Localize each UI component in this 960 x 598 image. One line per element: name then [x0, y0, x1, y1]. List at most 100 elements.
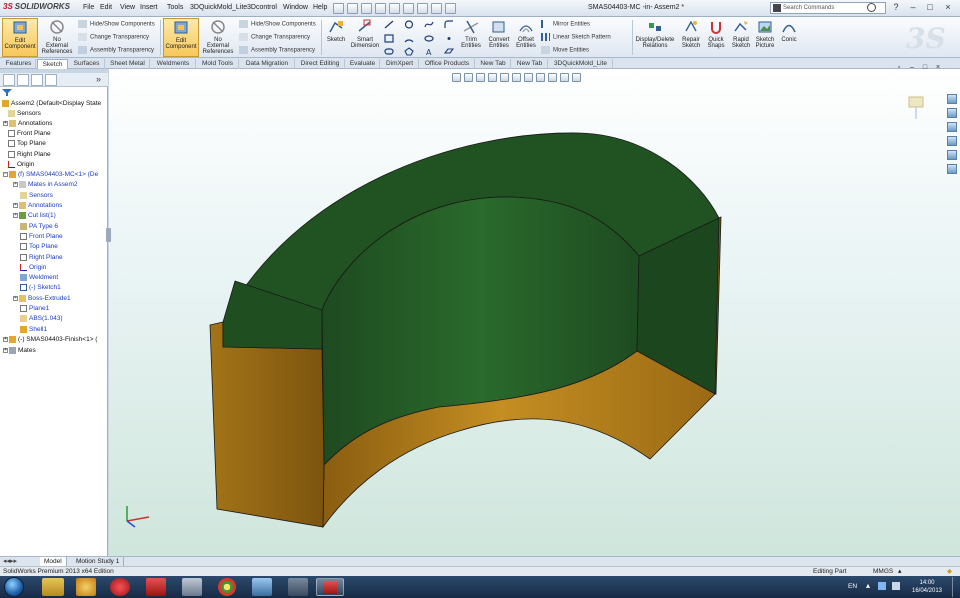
circle-icon[interactable]	[404, 20, 414, 29]
graphics-area[interactable]	[109, 69, 960, 556]
new-doc-icon[interactable]	[333, 3, 344, 14]
view-orientation-icon[interactable]	[500, 73, 509, 82]
previous-view-icon[interactable]	[476, 73, 485, 82]
zoom-to-area-icon[interactable]	[464, 73, 473, 82]
tree-item-smas04403-finish[interactable]: + (-) SMAS04403-Finish<1> (	[3, 336, 97, 344]
feature-tree-tab-icon[interactable]	[3, 74, 15, 86]
options-icon[interactable]	[445, 3, 456, 14]
help-icon[interactable]: ?	[888, 2, 904, 14]
view-settings-icon[interactable]	[560, 73, 569, 82]
left-end-face[interactable]	[209, 321, 325, 528]
tab-sketch[interactable]: Sketch	[37, 59, 68, 69]
move-entities-button[interactable]: Move Entities	[541, 46, 589, 54]
solidworks-resources-icon[interactable]	[947, 94, 957, 104]
menu-insert[interactable]: Insert	[140, 4, 158, 11]
plane-icon[interactable]	[444, 47, 454, 56]
menu-window[interactable]: Window	[283, 4, 308, 11]
tab-evaluate[interactable]: Evaluate	[346, 59, 380, 69]
change-transparency-button[interactable]: Change Transparency	[78, 33, 149, 41]
custom-properties-icon[interactable]	[947, 164, 957, 174]
sketch-button[interactable]: Sketch	[324, 18, 348, 57]
property-manager-tab-icon[interactable]	[17, 74, 29, 86]
display-delete-relations-button[interactable]: Display/Delete Relations	[634, 18, 676, 57]
tree-item-front-plane-2[interactable]: Front Plane	[20, 233, 63, 241]
tree-item-pa-type-6[interactable]: PA Type 6	[20, 223, 58, 231]
menu-file[interactable]: File	[83, 4, 94, 11]
tab-data-migration[interactable]: Data Migration	[240, 59, 295, 69]
tree-item-sensors[interactable]: Sensors	[8, 110, 41, 118]
tree-item-weldment[interactable]: Weldment	[20, 274, 58, 282]
tab-mold-tools[interactable]: Mold Tools	[197, 59, 239, 69]
tab-direct-editing[interactable]: Direct Editing	[296, 59, 345, 69]
convert-entities-button[interactable]: Convert Entities	[486, 18, 512, 57]
display-pane-icon[interactable]	[572, 73, 581, 82]
search-icon[interactable]	[867, 3, 876, 12]
change-transparency-button-2[interactable]: Change Transparency	[239, 33, 310, 41]
menu-edit[interactable]: Edit	[100, 4, 112, 11]
line-icon[interactable]	[384, 20, 394, 29]
configuration-manager-tab-icon[interactable]	[31, 74, 43, 86]
notification-icon[interactable]: ◆	[947, 567, 952, 576]
tab-features[interactable]: Features	[2, 59, 36, 69]
search-scope-icon[interactable]	[773, 4, 781, 12]
tab-office-products[interactable]: Office Products	[420, 59, 475, 69]
media-player-icon[interactable]	[76, 578, 96, 596]
edit-appearance-icon[interactable]	[536, 73, 545, 82]
tab-new-tab[interactable]: New Tab	[476, 59, 511, 69]
close-button[interactable]: ×	[940, 2, 956, 14]
tree-item-annotations[interactable]: + Annotations	[3, 120, 52, 128]
spline-icon[interactable]	[424, 20, 434, 29]
assembly-transparency-button[interactable]: Assembly Transparency	[78, 46, 154, 54]
show-desktop-button[interactable]	[952, 577, 960, 597]
sketch-fillet-icon[interactable]	[444, 20, 454, 29]
tree-item-sketch1[interactable]: (-) Sketch1	[20, 284, 61, 292]
menu-tools[interactable]: Tools	[167, 4, 183, 11]
units-chevron-icon[interactable]: ▴	[898, 567, 902, 576]
view-palette-icon[interactable]	[947, 136, 957, 146]
tree-item-top-plane[interactable]: Top Plane	[8, 140, 46, 148]
edit-component-button-2[interactable]: Edit Component	[163, 18, 199, 57]
edit-component-button[interactable]: Edit Component	[2, 18, 38, 57]
tab-surfaces[interactable]: Surfaces	[69, 59, 105, 69]
printer-icon[interactable]	[182, 578, 202, 596]
language-indicator[interactable]: EN	[848, 583, 857, 590]
tree-item-annotations-2[interactable]: + Annotations	[13, 202, 62, 210]
tree-item-smas04403-mc[interactable]: − (f) SMAS04403-MC<1> (De	[3, 171, 98, 179]
save-icon[interactable]	[361, 3, 372, 14]
point-icon[interactable]	[444, 34, 454, 43]
tree-item-origin[interactable]: Origin	[8, 161, 34, 169]
slot-icon[interactable]	[384, 47, 394, 56]
explorer-icon[interactable]	[42, 578, 64, 596]
status-units[interactable]: MMGS	[873, 567, 893, 576]
reference-triad-icon[interactable]	[908, 96, 924, 119]
text-icon[interactable]: A	[424, 47, 434, 56]
print-icon[interactable]	[375, 3, 386, 14]
expand-panel-icon[interactable]: »	[96, 74, 101, 84]
start-button[interactable]	[4, 577, 24, 597]
tab-new-tab-2[interactable]: New Tab	[512, 59, 548, 69]
menu-3dquickmold[interactable]: 3DQuickMold_Lite	[190, 4, 247, 11]
quick-snaps-button[interactable]: Quick Snaps	[705, 18, 727, 57]
display-manager-tab-icon[interactable]	[45, 74, 57, 86]
tree-item-assem2[interactable]: Assem2 (Default<Display State	[2, 100, 101, 108]
viewport-maximize-icon[interactable]: □	[920, 64, 930, 73]
app-c-icon[interactable]	[110, 578, 130, 596]
design-library-icon[interactable]	[947, 108, 957, 118]
rectangle-icon[interactable]	[384, 34, 394, 43]
linear-sketch-pattern-button[interactable]: Linear Sketch Pattern	[541, 33, 611, 41]
panel-splitter-handle[interactable]	[106, 228, 111, 242]
tab-sheet-metal[interactable]: Sheet Metal	[106, 59, 150, 69]
tree-item-boss-extrude1[interactable]: + Boss-Extrude1	[13, 295, 71, 303]
ellipse-icon[interactable]	[424, 34, 434, 43]
open-icon[interactable]	[347, 3, 358, 14]
maximize-button[interactable]: □	[922, 2, 938, 14]
tree-item-mates-in-assem2[interactable]: + Mates in Assem2	[13, 181, 78, 189]
rebuild-icon[interactable]	[417, 3, 428, 14]
apply-scene-icon[interactable]	[548, 73, 557, 82]
chrome-icon[interactable]	[218, 578, 236, 596]
solidworks-active-taskbar-button[interactable]	[316, 578, 344, 596]
tree-item-right-plane-2[interactable]: Right Plane	[20, 254, 63, 262]
solidworks-logo[interactable]: 3S SOLIDWORKS	[3, 2, 70, 11]
tree-item-front-plane[interactable]: Front Plane	[8, 130, 51, 138]
menu-help[interactable]: Help	[313, 4, 327, 11]
